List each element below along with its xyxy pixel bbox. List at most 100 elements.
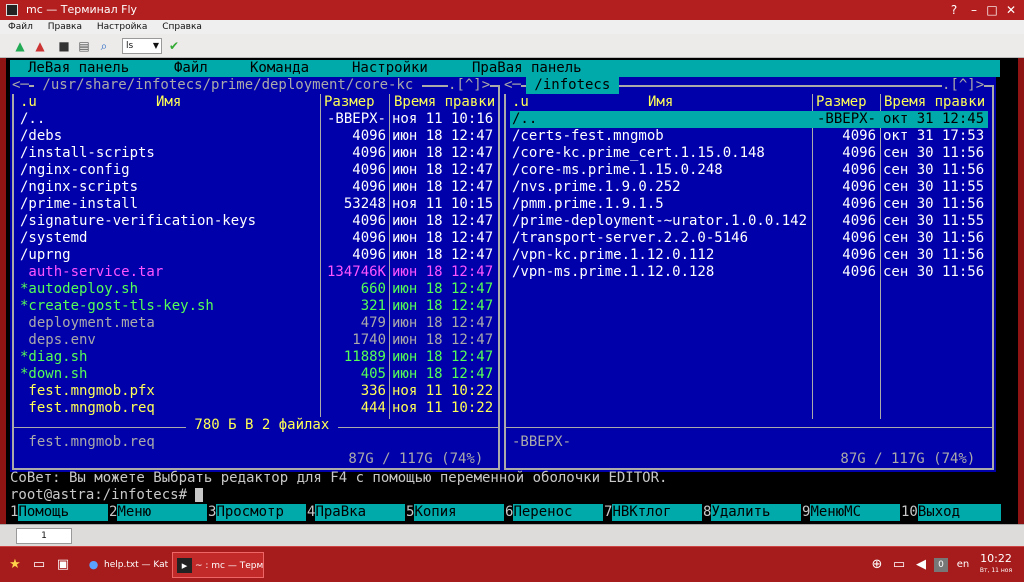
search-icon[interactable]: ⌕ bbox=[96, 38, 112, 54]
left-hdr-time[interactable]: Время правки bbox=[394, 94, 495, 111]
file-mtime: июн 18 12:47 bbox=[392, 281, 494, 297]
left-panel-path[interactable]: /usr/share/infotecs/prime/deployment/cor… bbox=[34, 77, 422, 94]
display-icon[interactable]: ▭ bbox=[890, 556, 908, 574]
new-tab-icon[interactable]: ▲ bbox=[12, 38, 28, 54]
fkey-label: МенюМС bbox=[810, 504, 901, 521]
text-cursor bbox=[195, 488, 204, 502]
help-icon[interactable]: ? bbox=[946, 2, 962, 18]
file-name: /core-ms.prime.1.15.0.248 bbox=[512, 162, 723, 178]
file-name: /vpn-ms.prime.1.12.0.128 bbox=[512, 264, 715, 280]
fkey-9[interactable]: 9МенюМС bbox=[802, 504, 901, 521]
notification-badge[interactable]: 0 bbox=[934, 558, 948, 572]
fkey-label: Просмотр bbox=[216, 504, 307, 521]
menu-help[interactable]: Справка bbox=[162, 22, 202, 32]
clock[interactable]: 10:22 Вт, 11 ноя bbox=[978, 552, 1014, 576]
right-panel-corner[interactable]: .[^]> bbox=[942, 77, 985, 94]
file-name: /pmm.prime.1.9.1.5 bbox=[512, 196, 664, 212]
left-hdr-sort[interactable]: .u bbox=[20, 94, 37, 111]
file-size: 4096 bbox=[352, 128, 386, 144]
mc-menu-left-panel[interactable]: ЛеВая панель bbox=[28, 60, 129, 77]
terminal-app-icon-task: ▸ bbox=[177, 558, 192, 573]
fkey-2[interactable]: 2Меню bbox=[109, 504, 208, 521]
left-panel[interactable]: <─ /usr/share/infotecs/prime/deployment/… bbox=[10, 77, 502, 472]
mc-menu-command[interactable]: Команда bbox=[250, 60, 309, 77]
copy-icon[interactable]: ■ bbox=[56, 38, 72, 54]
volume-icon[interactable]: ◀ bbox=[912, 556, 930, 574]
fkey-6[interactable]: 6Перенос bbox=[505, 504, 604, 521]
keyboard-layout[interactable]: en bbox=[952, 556, 974, 574]
file-mtime: июн 18 12:47 bbox=[392, 366, 494, 382]
fkey-number: 9 bbox=[802, 504, 811, 520]
fkey-5[interactable]: 5Копия bbox=[406, 504, 505, 521]
file-mtime: июн 18 12:47 bbox=[392, 162, 494, 178]
run-check-icon[interactable]: ✔ bbox=[166, 38, 182, 54]
network-icon[interactable]: ⊕ bbox=[868, 556, 886, 574]
paste-icon[interactable]: ▤ bbox=[76, 38, 92, 54]
maximize-icon[interactable]: □ bbox=[984, 2, 1000, 18]
close-icon[interactable]: ✕ bbox=[1003, 2, 1019, 18]
command-combo[interactable]: ls ▼ bbox=[122, 38, 162, 54]
left-panel-corner[interactable]: .[^]> bbox=[448, 77, 491, 94]
mc-menu-right-panel[interactable]: ПраВая панель bbox=[472, 60, 582, 77]
menu-file[interactable]: Файл bbox=[8, 22, 33, 32]
file-name: *diag.sh bbox=[20, 349, 88, 365]
menu-settings[interactable]: Настройка bbox=[97, 22, 148, 32]
file-size: 4096 bbox=[352, 179, 386, 195]
file-mtime: сен 30 11:56 bbox=[883, 264, 985, 280]
terminal-tab-1[interactable]: 1 bbox=[16, 528, 72, 544]
minimize-icon[interactable]: – bbox=[966, 2, 982, 18]
left-hdr-size[interactable]: Размер bbox=[324, 94, 375, 111]
file-mtime: ноя 11 10:16 bbox=[392, 111, 494, 127]
fkey-number: 6 bbox=[505, 504, 514, 520]
fkey-3[interactable]: 3Просмотр bbox=[208, 504, 307, 521]
file-size: 336 bbox=[360, 383, 386, 399]
right-hdr-name[interactable]: Имя bbox=[648, 94, 673, 111]
file-mtime: июн 18 12:47 bbox=[392, 213, 494, 229]
right-col-sep-1 bbox=[812, 94, 813, 419]
right-panel-path[interactable]: /infotecs bbox=[526, 77, 619, 94]
file-size: 4096 bbox=[842, 162, 876, 178]
fkey-number: 8 bbox=[703, 504, 712, 520]
title-bar[interactable]: mc — Терминал Fly ? – □ ✕ bbox=[0, 0, 1024, 20]
fkey-label: Помощь bbox=[18, 504, 109, 521]
file-name: auth-service.tar bbox=[20, 264, 164, 280]
fkey-number: 2 bbox=[109, 504, 118, 520]
file-manager-icon[interactable]: ▣ bbox=[54, 556, 72, 574]
file-name: fest.mngmob.req bbox=[20, 400, 155, 416]
shell-prompt[interactable]: root@astra:/infotecs# bbox=[10, 487, 1000, 504]
fkey-4[interactable]: 4ПраВка bbox=[307, 504, 406, 521]
right-hdr-time[interactable]: Время правки bbox=[884, 94, 985, 111]
fkey-7[interactable]: 7НВКтлог bbox=[604, 504, 703, 521]
close-tab-icon[interactable]: ▲ bbox=[32, 38, 48, 54]
menu-edit[interactable]: Правка bbox=[48, 22, 82, 32]
right-panel[interactable]: <─ /infotecs .[^]> .u Имя Размер Время п… bbox=[502, 77, 996, 472]
file-size: 4096 bbox=[352, 145, 386, 161]
right-hdr-sort[interactable]: .u bbox=[512, 94, 529, 111]
left-col-sep-1 bbox=[320, 94, 321, 419]
mc-menu-options[interactable]: Настройки bbox=[352, 60, 428, 77]
fkey-8[interactable]: 8Удалить bbox=[703, 504, 802, 521]
show-desktop-icon[interactable]: ▭ bbox=[30, 556, 48, 574]
fkey-number: 4 bbox=[307, 504, 316, 520]
fkey-10[interactable]: 10Выход bbox=[901, 504, 1001, 521]
task-kate[interactable]: ● help.txt — Kate bbox=[82, 552, 168, 578]
start-menu-star-icon[interactable]: ★ bbox=[6, 556, 24, 574]
file-name: /debs bbox=[20, 128, 63, 144]
fkey-label: ПраВка bbox=[315, 504, 406, 521]
mc-menu-file[interactable]: Файл bbox=[174, 60, 208, 77]
file-name: /prime-install bbox=[20, 196, 139, 212]
terminal-tabbar: 1 bbox=[0, 524, 1024, 546]
right-hdr-size[interactable]: Размер bbox=[816, 94, 867, 111]
file-mtime: сен 30 11:56 bbox=[883, 230, 985, 246]
terminal-screen[interactable]: ЛеВая панель Файл Команда Настройки ПраВ… bbox=[6, 58, 1018, 524]
fkey-label: Удалить bbox=[711, 504, 802, 521]
file-name: fest.mngmob.pfx bbox=[20, 383, 155, 399]
left-panel-corner-l: <─ bbox=[12, 77, 29, 94]
left-hdr-name[interactable]: Имя bbox=[156, 94, 181, 111]
terminal-window: mc — Терминал Fly ? – □ ✕ Файл Правка На… bbox=[0, 0, 1024, 546]
file-size: 4096 bbox=[842, 230, 876, 246]
fkey-1[interactable]: 1Помощь bbox=[10, 504, 109, 521]
fkey-number: 5 bbox=[406, 504, 415, 520]
file-size: 4096 bbox=[842, 213, 876, 229]
task-terminal[interactable]: ▸ ~ : mc — Термина... bbox=[172, 552, 264, 578]
